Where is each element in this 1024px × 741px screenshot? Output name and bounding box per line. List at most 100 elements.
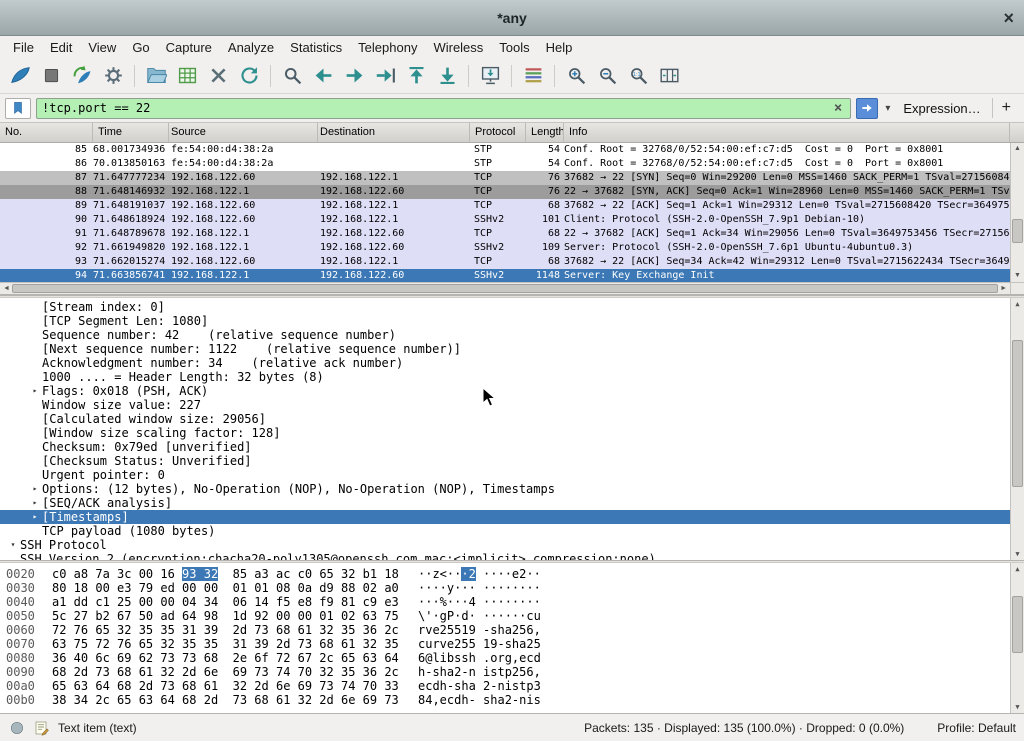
hex-row[interactable]: 00a065 63 64 68 2d 73 68 61 32 2d 6e 69 …	[6, 679, 1010, 693]
hex-row[interactable]: 008036 40 6c 69 62 73 73 68 2e 6f 72 67 …	[6, 651, 1010, 665]
detail-line[interactable]: Sequence number: 42 (relative sequence n…	[0, 328, 1010, 342]
packet-row[interactable]: 9171.648789678192.168.122.1192.168.122.6…	[0, 227, 1010, 241]
restart-capture-icon[interactable]	[68, 62, 96, 90]
packet-row[interactable]: 8771.647777234192.168.122.60192.168.122.…	[0, 171, 1010, 185]
scroll-down-icon[interactable]: ▼	[1011, 549, 1024, 559]
menu-capture[interactable]: Capture	[159, 38, 219, 57]
column-header-destination[interactable]: Destination	[318, 123, 470, 142]
menu-wireless[interactable]: Wireless	[426, 38, 490, 57]
detail-line[interactable]: [Next sequence number: 1122 (relative se…	[0, 342, 1010, 356]
column-header-time[interactable]: Time	[93, 123, 169, 142]
menu-file[interactable]: File	[6, 38, 41, 57]
go-first-icon[interactable]	[402, 62, 430, 90]
open-file-icon[interactable]	[142, 62, 170, 90]
scroll-down-icon[interactable]: ▼	[1011, 702, 1024, 712]
hex-row[interactable]: 0040a1 dd c1 25 00 00 04 34 06 14 f5 e8 …	[6, 595, 1010, 609]
packet-row[interactable]: 8871.648146932192.168.122.1192.168.122.6…	[0, 185, 1010, 199]
zoom-original-icon[interactable]: 1:1	[624, 62, 652, 90]
zoom-out-icon[interactable]	[593, 62, 621, 90]
column-header-source[interactable]: Source	[169, 123, 318, 142]
go-back-icon[interactable]	[309, 62, 337, 90]
detail-line[interactable]: [Calculated window size: 29056]	[0, 412, 1010, 426]
menu-statistics[interactable]: Statistics	[283, 38, 349, 57]
detail-line[interactable]: Urgent pointer: 0	[0, 468, 1010, 482]
packet-row[interactable]: 9471.663856741192.168.122.1192.168.122.6…	[0, 269, 1010, 283]
detail-line[interactable]: TCP payload (1080 bytes)	[0, 524, 1010, 538]
save-file-icon[interactable]	[173, 62, 201, 90]
detail-line[interactable]: ▸[SEQ/ACK analysis]	[0, 496, 1010, 510]
zoom-in-icon[interactable]	[562, 62, 590, 90]
menu-edit[interactable]: Edit	[43, 38, 79, 57]
scroll-down-icon[interactable]: ▼	[1011, 271, 1024, 281]
packet-row[interactable]: 8670.013850163fe:54:00:d4:38:2aSTP54Conf…	[0, 157, 1010, 171]
close-file-icon[interactable]	[204, 62, 232, 90]
hex-row[interactable]: 006072 76 65 32 35 35 31 39 2d 73 68 61 …	[6, 623, 1010, 637]
scroll-right-icon[interactable]: ►	[1000, 283, 1007, 294]
colorize-icon[interactable]	[519, 62, 547, 90]
scroll-thumb[interactable]	[12, 284, 998, 293]
bytes-vscrollbar[interactable]: ▲ ▼	[1010, 563, 1024, 713]
go-last-icon[interactable]	[433, 62, 461, 90]
detail-line[interactable]: Checksum: 0x79ed [unverified]	[0, 440, 1010, 454]
detail-line[interactable]: Window size value: 227	[0, 398, 1010, 412]
scroll-thumb[interactable]	[1012, 596, 1023, 653]
menu-analyze[interactable]: Analyze	[221, 38, 281, 57]
packet-list-hscrollbar[interactable]: ◄ ►	[0, 282, 1010, 294]
expand-arrow-icon[interactable]: ▸	[28, 510, 42, 524]
expand-arrow-icon[interactable]: ▸	[28, 482, 42, 496]
filter-dropdown-caret-icon[interactable]: ▾	[883, 103, 892, 114]
scroll-up-icon[interactable]: ▲	[1011, 299, 1024, 309]
hex-row[interactable]: 007063 75 72 76 65 32 35 35 31 39 2d 73 …	[6, 637, 1010, 651]
detail-line[interactable]: ▸Flags: 0x018 (PSH, ACK)	[0, 384, 1010, 398]
packet-row[interactable]: 8971.648191037192.168.122.60192.168.122.…	[0, 199, 1010, 213]
expand-arrow-icon[interactable]: ▸	[28, 384, 42, 398]
detail-line[interactable]: [Checksum Status: Unverified]	[0, 454, 1010, 468]
filter-input[interactable]: !tcp.port == 22 ×	[36, 98, 851, 119]
detail-line[interactable]: ▸[Timestamps]	[0, 510, 1010, 524]
hex-row[interactable]: 003080 18 00 e3 79 ed 00 00 01 01 08 0a …	[6, 581, 1010, 595]
stop-capture-icon[interactable]	[37, 62, 65, 90]
expert-info-icon[interactable]	[8, 719, 26, 737]
hex-row[interactable]: 00505c 27 b2 67 50 ad 64 98 1d 92 00 00 …	[6, 609, 1010, 623]
resize-columns-icon[interactable]	[655, 62, 683, 90]
find-packet-icon[interactable]	[278, 62, 306, 90]
packet-row[interactable]: 8568.001734936fe:54:00:d4:38:2aSTP54Conf…	[0, 143, 1010, 157]
packet-list-vscrollbar[interactable]: ▲ ▼	[1010, 143, 1024, 282]
scroll-left-icon[interactable]: ◄	[3, 283, 10, 294]
menu-tools[interactable]: Tools	[492, 38, 536, 57]
hex-row[interactable]: 009068 2d 73 68 61 32 2d 6e 69 73 74 70 …	[6, 665, 1010, 679]
column-header-info[interactable]: Info	[564, 123, 1010, 142]
hex-row[interactable]: 00b038 34 2c 65 63 64 68 2d 73 68 61 32 …	[6, 693, 1010, 707]
packet-row[interactable]: 9071.648618924192.168.122.60192.168.122.…	[0, 213, 1010, 227]
close-icon[interactable]: ×	[1003, 9, 1014, 27]
hex-row[interactable]: 0020c0 a8 7a 3c 00 16 93 32 85 a3 ac c0 …	[6, 567, 1010, 581]
capture-options-icon[interactable]	[99, 62, 127, 90]
detail-line[interactable]: ▸Options: (12 bytes), No-Operation (NOP)…	[0, 482, 1010, 496]
column-header-length[interactable]: Length	[526, 123, 564, 142]
detail-line[interactable]: [Stream index: 0]	[0, 300, 1010, 314]
column-header-protocol[interactable]: Protocol	[470, 123, 526, 142]
start-capture-icon[interactable]	[6, 62, 34, 90]
detail-line[interactable]: [TCP Segment Len: 1080]	[0, 314, 1010, 328]
scroll-thumb[interactable]	[1012, 340, 1023, 487]
filter-apply-icon[interactable]	[856, 98, 878, 119]
filter-clear-icon[interactable]: ×	[831, 100, 845, 116]
packet-row[interactable]: 9271.661949820192.168.122.1192.168.122.6…	[0, 241, 1010, 255]
scroll-up-icon[interactable]: ▲	[1011, 144, 1024, 154]
auto-scroll-icon[interactable]	[476, 62, 504, 90]
column-header-no[interactable]: No.	[0, 123, 93, 142]
menu-help[interactable]: Help	[539, 38, 580, 57]
expand-arrow-icon[interactable]: ▸	[28, 496, 42, 510]
capture-comment-icon[interactable]	[33, 719, 51, 737]
packet-row[interactable]: 9371.662015274192.168.122.60192.168.122.…	[0, 255, 1010, 269]
reload-icon[interactable]	[235, 62, 263, 90]
detail-line[interactable]: ▾SSH Protocol	[0, 538, 1010, 552]
status-profile[interactable]: Profile: Default	[937, 721, 1016, 735]
details-vscrollbar[interactable]: ▲ ▼	[1010, 298, 1024, 560]
menu-go[interactable]: Go	[125, 38, 156, 57]
filter-bookmark-icon[interactable]	[5, 98, 31, 119]
title-bar[interactable]: *any ×	[0, 0, 1024, 36]
menu-view[interactable]: View	[81, 38, 123, 57]
menu-telephony[interactable]: Telephony	[351, 38, 424, 57]
scroll-thumb[interactable]	[1012, 219, 1023, 243]
